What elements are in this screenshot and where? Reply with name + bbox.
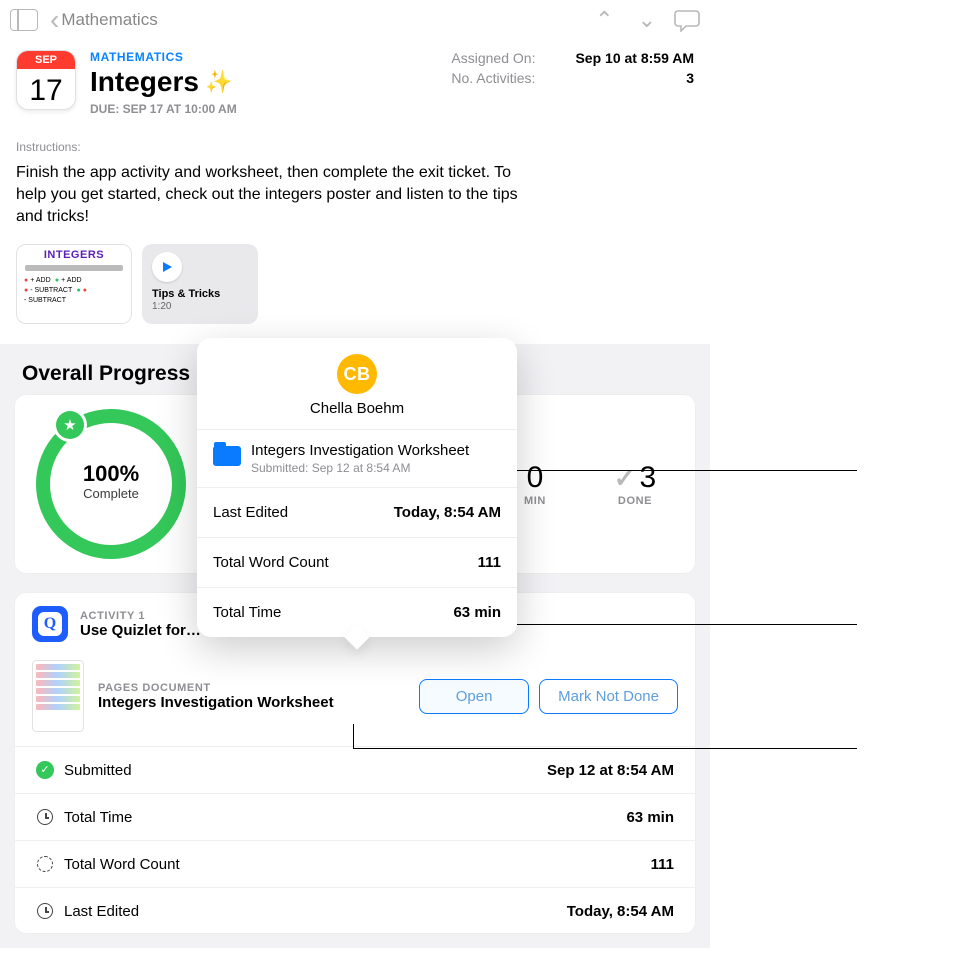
total-time-label: Total Time	[64, 809, 132, 826]
callout-line	[517, 624, 857, 625]
media-duration: 1:20	[152, 301, 248, 312]
activity-overline: ACTIVITY 1	[80, 610, 201, 622]
chevron-up-icon[interactable]: ⌃	[589, 7, 619, 33]
back-button[interactable]: ‹ Mathematics	[50, 10, 158, 30]
mark-not-done-button[interactable]: Mark Not Done	[539, 679, 678, 714]
done-value: 3	[640, 461, 657, 495]
assigned-on-value: Sep 10 at 8:59 AM	[575, 50, 694, 66]
page-title: Integers	[90, 66, 199, 98]
poster-title: INTEGERS	[23, 249, 125, 261]
progress-percent: 100%	[83, 464, 139, 484]
clock-icon	[37, 809, 53, 825]
instructions-label: Instructions:	[0, 120, 710, 158]
check-circle-icon: ✓	[36, 761, 54, 779]
quizlet-app-icon: Q	[32, 606, 68, 642]
due-text: DUE: SEP 17 AT 10:00 AM	[90, 102, 237, 116]
sidebar-toggle-icon[interactable]	[10, 9, 38, 31]
folder-icon	[213, 442, 241, 466]
assigned-on-label: Assigned On:	[451, 50, 535, 66]
subject-label: MATHEMATICS	[90, 50, 237, 64]
clock-icon	[37, 903, 53, 919]
play-icon	[152, 252, 182, 282]
total-time-value: 63 min	[626, 809, 674, 826]
popover-file-title: Integers Investigation Worksheet	[251, 442, 469, 459]
gear-icon	[37, 856, 53, 872]
min-label: MIN	[524, 495, 546, 507]
callout-line	[353, 748, 857, 749]
popover-edited-label: Last Edited	[213, 504, 288, 521]
progress-ring: ★ 100% Complete	[36, 409, 186, 559]
chevron-down-icon[interactable]: ⌄	[632, 7, 662, 33]
calendar-month: SEP	[17, 51, 75, 69]
sparkle-icon: ✨	[205, 69, 232, 95]
submitted-label: Submitted	[64, 762, 132, 779]
student-name: Chella Boehm	[310, 400, 404, 417]
back-label: Mathematics	[61, 10, 157, 30]
callout-line	[353, 724, 354, 748]
min-value: 0	[527, 461, 544, 495]
document-thumbnail[interactable]	[32, 660, 84, 732]
activity-name: Use Quizlet for…	[80, 622, 201, 639]
chevron-left-icon: ‹	[50, 11, 59, 29]
popover-words-value: 111	[478, 554, 501, 571]
student-progress-popover: CB Chella Boehm Integers Investigation W…	[197, 338, 517, 637]
open-button[interactable]: Open	[419, 679, 529, 714]
media-title: Tips & Tricks	[152, 288, 248, 301]
popover-time-value: 63 min	[453, 604, 501, 621]
calendar-day: 17	[29, 69, 62, 110]
popover-time-label: Total Time	[213, 604, 281, 621]
word-count-label: Total Word Count	[64, 856, 180, 873]
activities-count-value: 3	[686, 70, 694, 86]
progress-done-metric: ✓3 DONE	[600, 461, 670, 507]
callout-line	[517, 470, 857, 471]
attachment-poster[interactable]: INTEGERS ●+ ADD ●+ ADD ●- SUBTRACT ●●- S…	[16, 244, 132, 324]
progress-complete-label: Complete	[83, 484, 139, 504]
instructions-text: Finish the app activity and worksheet, t…	[0, 158, 540, 244]
activities-count-label: No. Activities:	[451, 70, 535, 86]
done-label: DONE	[618, 495, 652, 507]
last-edited-value: Today, 8:54 AM	[567, 903, 674, 920]
word-count-value: 111	[651, 856, 674, 873]
checkmark-icon: ✓	[614, 463, 636, 494]
popover-words-label: Total Word Count	[213, 554, 329, 571]
submitted-value: Sep 12 at 8:54 AM	[547, 762, 674, 779]
due-date-calendar-icon: SEP 17	[16, 50, 76, 110]
document-name: Integers Investigation Worksheet	[98, 694, 334, 711]
chat-icon[interactable]	[674, 8, 700, 32]
avatar: CB	[337, 354, 377, 394]
popover-file-subtitle: Submitted: Sep 12 at 8:54 AM	[251, 461, 469, 475]
attachment-audio[interactable]: Tips & Tricks 1:20	[142, 244, 258, 324]
popover-edited-value: Today, 8:54 AM	[394, 504, 501, 521]
document-overline: PAGES DOCUMENT	[98, 682, 334, 694]
last-edited-label: Last Edited	[64, 903, 139, 920]
